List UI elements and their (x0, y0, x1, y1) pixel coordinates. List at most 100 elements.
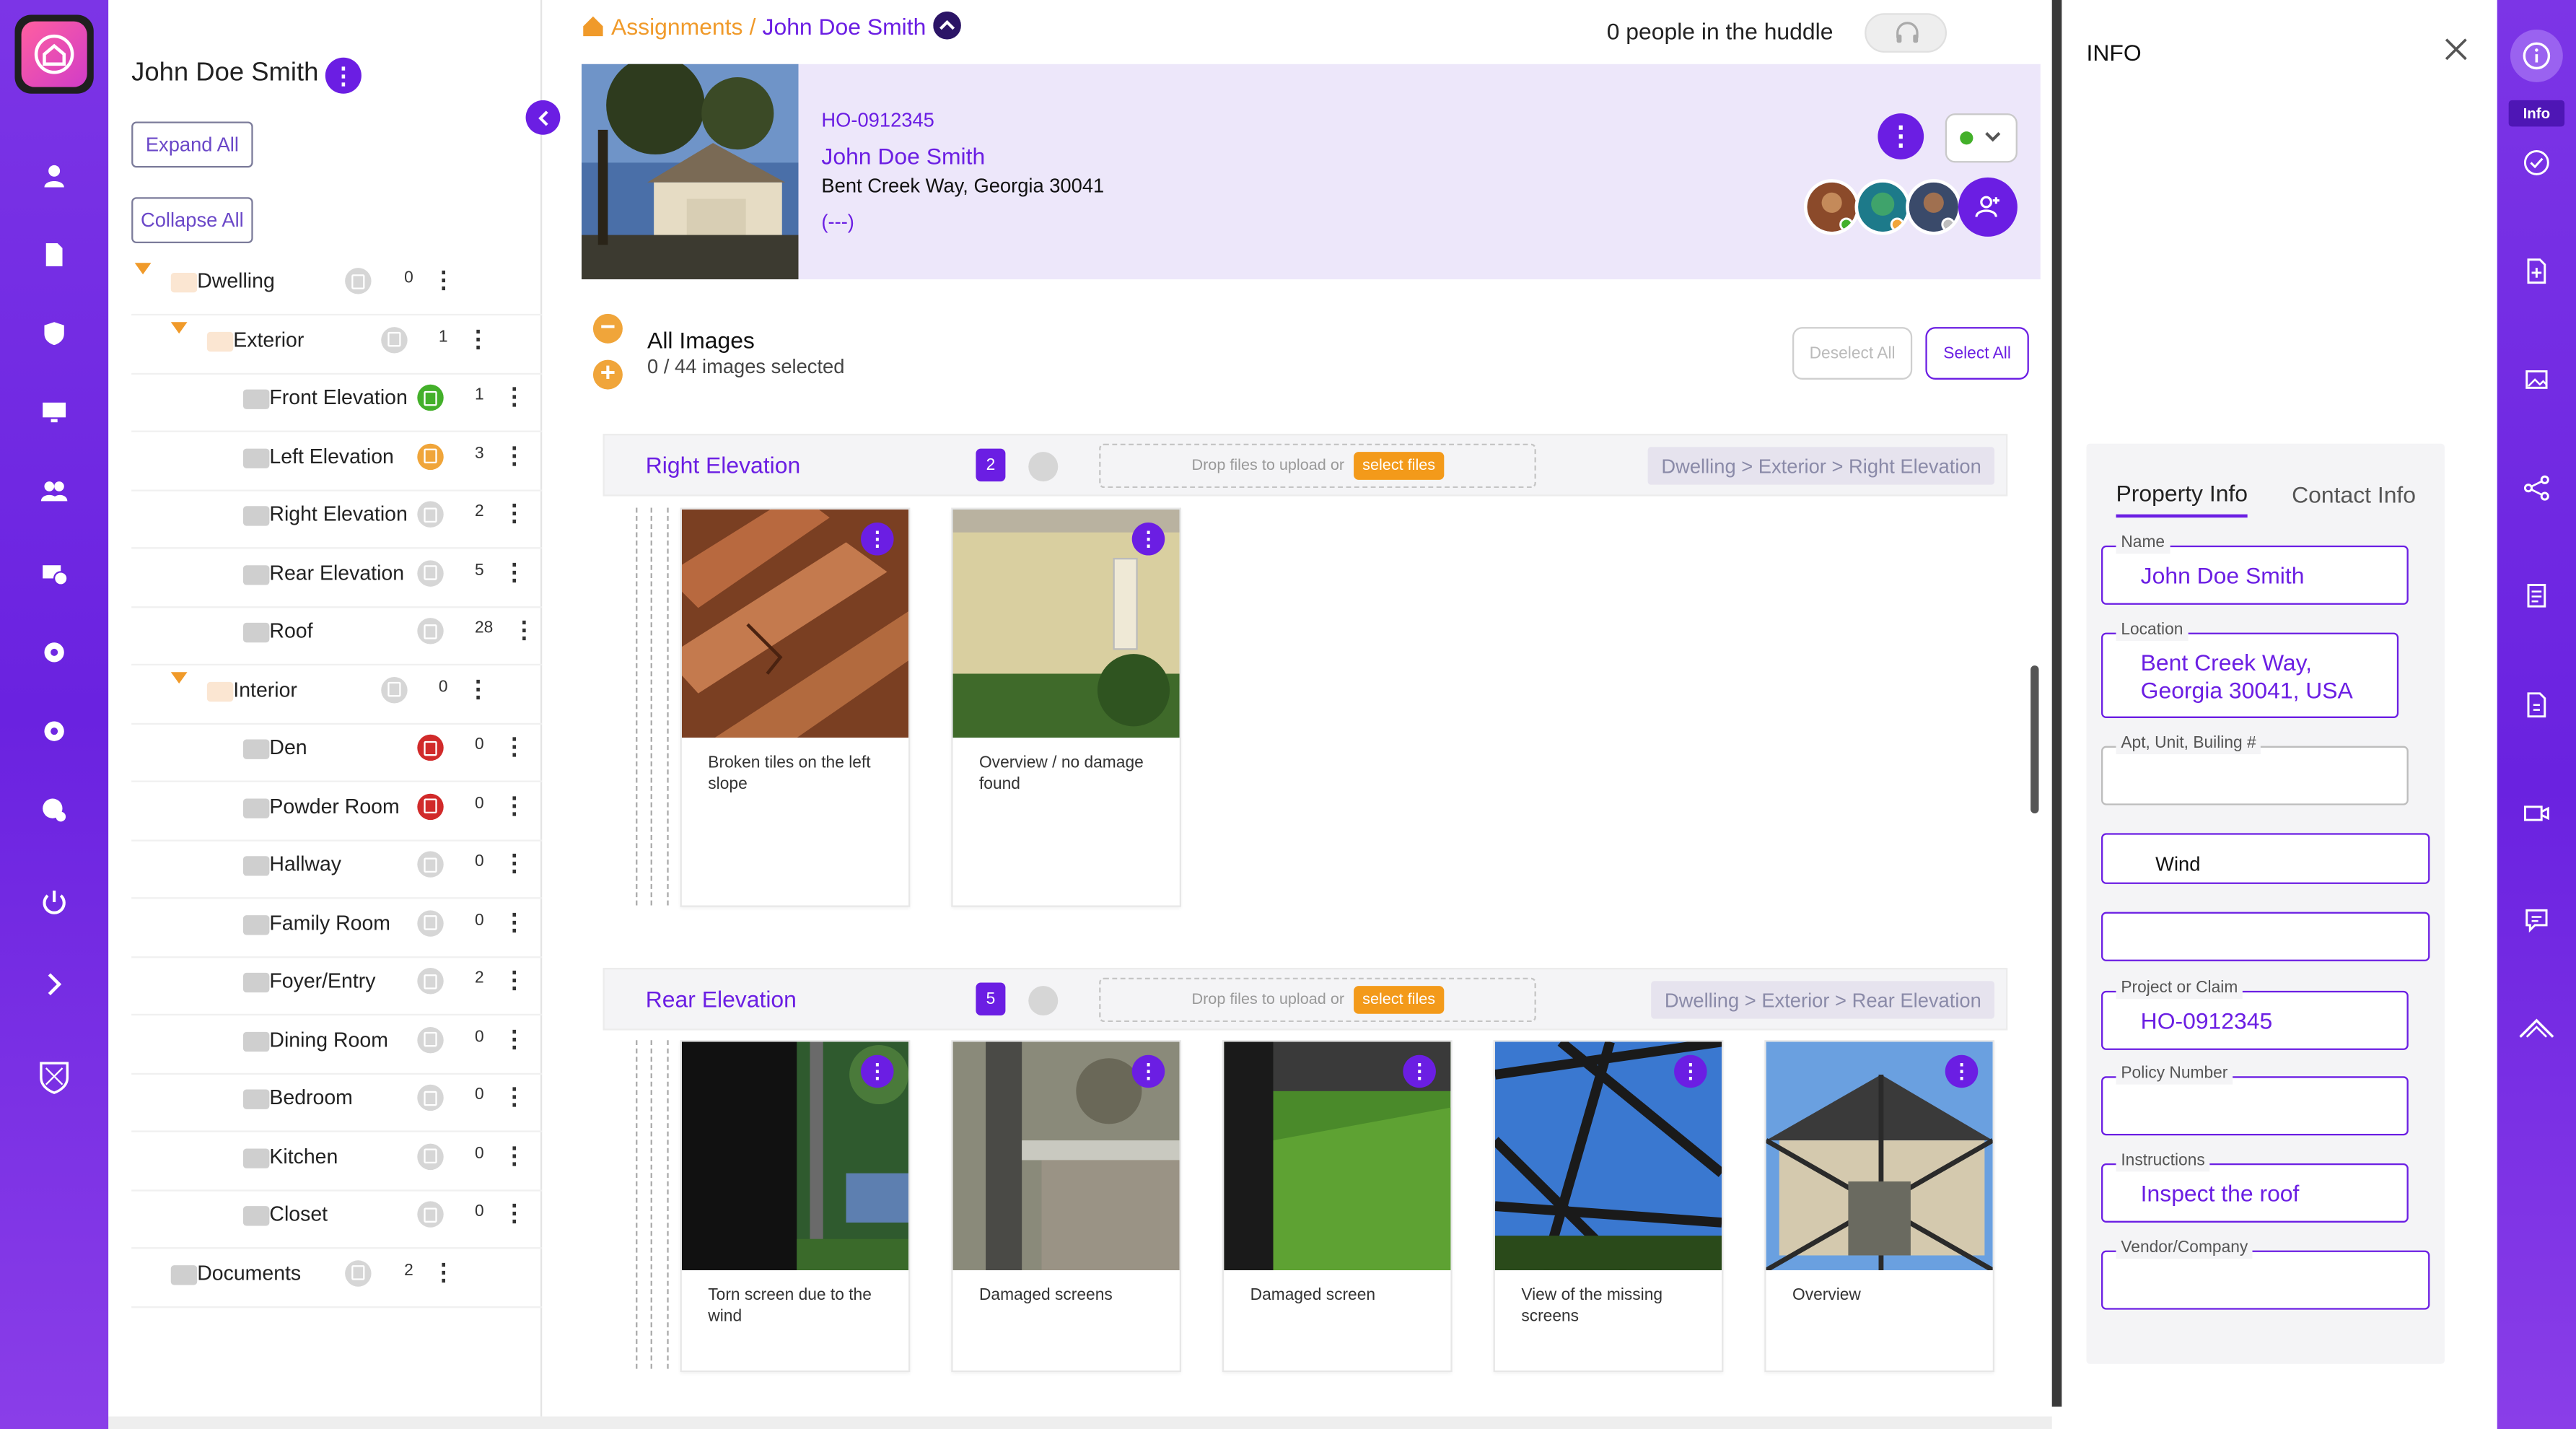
roof-icon[interactable] (2518, 1014, 2554, 1044)
tree-item[interactable]: Rear Elevation 5 ⋮ (108, 558, 543, 621)
invoice-icon[interactable] (2522, 690, 2551, 720)
peril-select[interactable]: Wind (2101, 833, 2430, 884)
tree-item-menu-icon[interactable]: ⋮ (503, 441, 526, 467)
tree-item-menu-icon[interactable]: ⋮ (503, 558, 526, 584)
tree-item-menu-icon[interactable]: ⋮ (503, 1025, 526, 1051)
claim-options-button[interactable]: ⋮ (1878, 113, 1924, 159)
image-caption[interactable]: Damaged screen (1250, 1285, 1434, 1306)
notes-icon[interactable] (417, 734, 444, 761)
tree-item-menu-icon[interactable]: ⋮ (467, 325, 490, 351)
notes-icon[interactable] (381, 676, 408, 703)
notes-icon[interactable] (417, 384, 444, 411)
notes-icon[interactable] (417, 792, 444, 819)
info-tool-button[interactable] (2510, 29, 2563, 82)
tree-item-menu-icon[interactable]: ⋮ (503, 849, 526, 875)
tree-item-menu-icon[interactable]: ⋮ (512, 616, 535, 642)
apt-unit-field[interactable]: Apt, Unit, Builing # (2101, 734, 2409, 805)
panel-divider[interactable] (2051, 0, 2062, 1407)
share-icon[interactable] (2522, 473, 2551, 503)
project-claim-field[interactable]: Project or Claim HO-0912345 (2101, 979, 2409, 1050)
notes-icon[interactable] (381, 325, 408, 353)
collapse-all-sections-button[interactable]: − (592, 313, 623, 344)
image-card[interactable]: ⋮ Overview (1764, 1040, 1995, 1373)
notes-icon[interactable] (417, 968, 444, 995)
notes-icon[interactable] (417, 501, 444, 528)
close-icon[interactable] (2443, 36, 2469, 62)
users-icon[interactable] (40, 476, 69, 506)
support-chat-icon[interactable] (40, 795, 69, 825)
app-logo[interactable] (14, 14, 94, 94)
tree-item[interactable]: Family Room 0 ⋮ (108, 908, 543, 970)
notes-icon[interactable] (417, 618, 444, 644)
avatar[interactable] (1854, 179, 1911, 235)
tree-item-menu-icon[interactable]: ⋮ (503, 383, 526, 408)
name-field[interactable]: Name John Doe Smith (2101, 533, 2409, 605)
tab-property-info[interactable]: Property Info (2116, 480, 2248, 518)
notes-icon[interactable] (1028, 452, 1059, 482)
image-card[interactable]: ⋮ Damaged screens (951, 1040, 1182, 1373)
drag-handle[interactable] (636, 507, 669, 906)
tree-item[interactable]: Bedroom 0 ⋮ (108, 1083, 543, 1145)
tree-item[interactable]: Exterior 1 ⋮ (108, 321, 543, 387)
video-icon[interactable] (2522, 799, 2551, 829)
check-circle-icon[interactable] (2522, 148, 2551, 178)
notes-icon[interactable] (417, 1084, 444, 1111)
image-caption[interactable]: Broken tiles on the left slope (708, 753, 892, 795)
cog-users-icon[interactable] (40, 717, 69, 746)
image-caption[interactable]: Damaged screens (979, 1285, 1163, 1306)
tree-item[interactable]: Interior 0 ⋮ (108, 671, 543, 737)
drag-handle[interactable] (636, 1040, 669, 1369)
notes-icon[interactable] (345, 268, 372, 294)
section-header[interactable]: Right Elevation 2 Drop files to upload or s… (603, 434, 2008, 497)
section-header[interactable]: Rear Elevation 5 Drop files to upload or se… (603, 968, 2008, 1031)
money-settings-icon[interactable] (40, 559, 69, 588)
image-menu-button[interactable]: ⋮ (1403, 1054, 1436, 1088)
notes-icon[interactable] (417, 442, 444, 470)
notes-icon[interactable] (1028, 986, 1059, 1016)
image-menu-button[interactable]: ⋮ (861, 1054, 894, 1088)
section-title[interactable]: Rear Elevation (646, 986, 797, 1012)
image-card[interactable]: ⋮ Broken tiles on the left slope (680, 507, 911, 907)
huddle-toggle[interactable] (1865, 13, 1948, 53)
tree-item-menu-icon[interactable]: ⋮ (432, 1258, 455, 1284)
expand-all-sections-button[interactable]: + (592, 359, 623, 390)
clipboard-icon[interactable] (2522, 580, 2551, 610)
notes-icon[interactable] (417, 909, 444, 936)
tree-item[interactable]: Closet 0 ⋮ (108, 1199, 543, 1262)
tree-item-menu-icon[interactable]: ⋮ (503, 499, 526, 525)
image-menu-button[interactable]: ⋮ (1131, 1054, 1165, 1088)
tree-item[interactable]: Left Elevation 3 ⋮ (108, 441, 543, 504)
select-files-button[interactable]: select files (1354, 986, 1444, 1014)
phone-number[interactable]: (---) (821, 210, 854, 233)
tree-item-menu-icon[interactable]: ⋮ (503, 791, 526, 817)
tree-item-menu-icon[interactable]: ⋮ (503, 1083, 526, 1109)
tree-item[interactable]: Foyer/Entry 2 ⋮ (108, 966, 543, 1028)
horizontal-scroll-track[interactable] (108, 1416, 2052, 1429)
image-card[interactable]: ⋮ Torn screen due to the wind (680, 1040, 911, 1373)
collapse-panel-button[interactable] (525, 100, 561, 135)
tree-item[interactable]: Hallway 0 ⋮ (108, 849, 543, 912)
select-all-button[interactable]: Select All (1925, 327, 2029, 380)
chevron-up-icon[interactable] (932, 11, 961, 40)
collapse-all-button[interactable]: Collapse All (131, 197, 253, 243)
tree-item-menu-icon[interactable]: ⋮ (432, 266, 455, 292)
tree-options-button[interactable]: ⋮ (325, 57, 362, 94)
add-document-icon[interactable] (2522, 256, 2551, 286)
home-icon[interactable] (582, 14, 605, 37)
content-scrollbar[interactable] (2030, 665, 2039, 814)
image-card[interactable]: ⋮ View of the missing screens (1493, 1040, 1724, 1373)
notes-icon[interactable] (345, 1259, 372, 1286)
image-menu-button[interactable]: ⋮ (861, 523, 894, 556)
image-caption[interactable]: Overview (1792, 1285, 1976, 1306)
status-select[interactable] (1945, 113, 2018, 163)
tree-item-menu-icon[interactable]: ⋮ (503, 733, 526, 759)
monitor-icon[interactable] (40, 398, 69, 427)
vendor-company-field[interactable]: Vendor/Company (2101, 1238, 2430, 1310)
tree-item-menu-icon[interactable]: ⋮ (503, 966, 526, 992)
deselect-all-button[interactable]: Deselect All (1792, 327, 1913, 380)
tree-item[interactable]: Roof 28 ⋮ (108, 616, 543, 678)
tree-item[interactable]: Right Elevation 2 ⋮ (108, 499, 543, 562)
file-dropzone[interactable]: Drop files to upload or select files (1099, 443, 1536, 489)
notes-icon[interactable] (417, 851, 444, 878)
notes-icon[interactable] (417, 1142, 444, 1169)
